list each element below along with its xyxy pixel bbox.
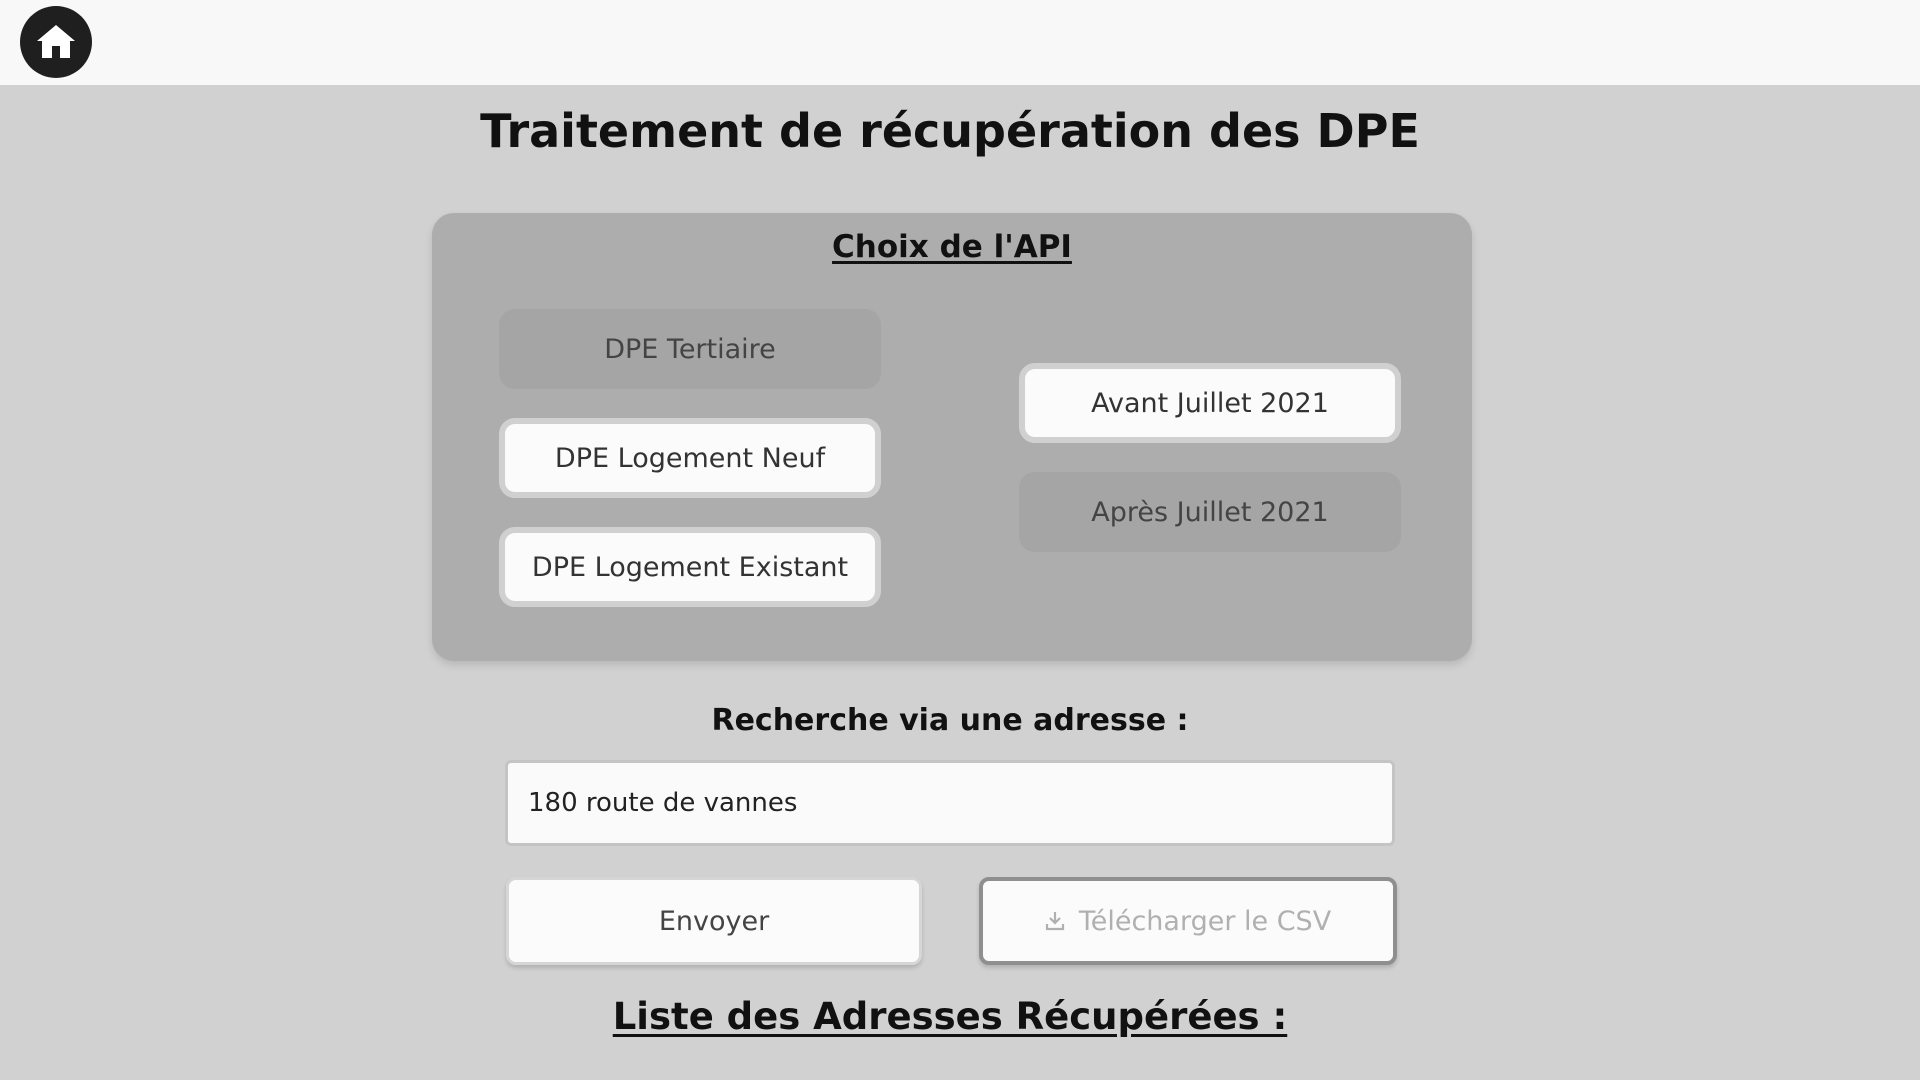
download-icon	[1045, 910, 1065, 932]
option-label: Après Juillet 2021	[1091, 496, 1329, 528]
download-csv-button[interactable]: Télécharger le CSV	[979, 877, 1397, 965]
option-label: Avant Juillet 2021	[1091, 387, 1329, 419]
results-list-title: Liste des Adresses Récupérées :	[612, 995, 1288, 1038]
send-button[interactable]: Envoyer	[506, 877, 922, 965]
send-button-label: Envoyer	[658, 905, 770, 937]
option-apres-juillet-2021[interactable]: Après Juillet 2021	[1019, 472, 1401, 552]
home-icon	[37, 25, 75, 58]
option-dpe-logement-existant[interactable]: DPE Logement Existant	[499, 527, 881, 607]
option-dpe-tertiaire[interactable]: DPE Tertiaire	[499, 309, 881, 389]
top-bar	[0, 0, 1920, 85]
address-search-input[interactable]	[505, 760, 1395, 846]
page-title: Traitement de récupération des DPE	[480, 104, 1420, 158]
option-dpe-logement-neuf[interactable]: DPE Logement Neuf	[499, 418, 881, 498]
option-label: DPE Logement Existant	[531, 551, 849, 583]
download-csv-label: Télécharger le CSV	[1078, 905, 1332, 937]
home-button[interactable]	[20, 6, 92, 78]
search-label: Recherche via une adresse :	[711, 703, 1189, 738]
option-avant-juillet-2021[interactable]: Avant Juillet 2021	[1019, 363, 1401, 443]
api-choice-panel: Choix de l'API DPE Tertiaire DPE Logemen…	[432, 213, 1472, 661]
option-label: DPE Tertiaire	[604, 333, 776, 365]
option-label: DPE Logement Neuf	[554, 442, 826, 474]
api-choice-title: Choix de l'API	[832, 229, 1072, 265]
